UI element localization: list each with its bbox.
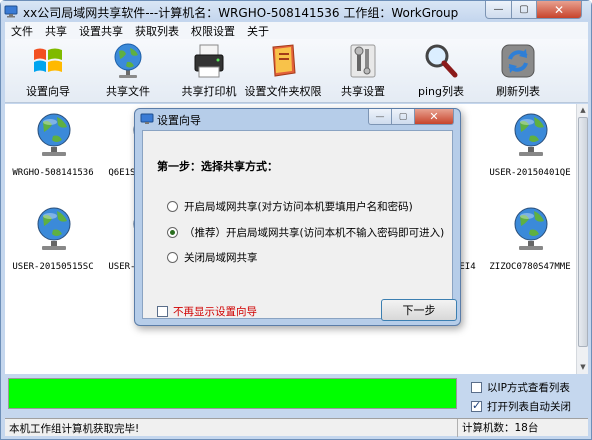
computer-name: ZIZOC0780S47MME: [489, 262, 571, 272]
auto-close-checkbox[interactable]: [471, 399, 482, 412]
menu-get-list[interactable]: 获取列表: [129, 23, 185, 39]
tool-label: 设置文件夹权限: [244, 85, 322, 98]
ip-mode-label: 以IP方式查看列表: [487, 382, 570, 394]
minimize-button[interactable]: —: [485, 1, 512, 19]
tools-icon: [350, 44, 376, 78]
no-show-checkbox[interactable]: [157, 306, 168, 317]
status-bar: 本机工作组计算机获取完毕! 计算机数：18台: [5, 418, 588, 437]
computer-item[interactable]: USER-20150401QE: [484, 109, 576, 189]
radio-disable-share[interactable]: [167, 252, 178, 263]
folder-key-icon: [272, 44, 296, 77]
computer-name: USER-20150515SC: [12, 262, 94, 272]
share-printer-button[interactable]: 共享打印机: [177, 41, 241, 101]
menu-share[interactable]: 共享: [39, 23, 73, 39]
share-settings-button[interactable]: 共享设置: [335, 41, 391, 101]
maximize-button[interactable]: ▢: [511, 1, 537, 19]
ip-mode-option[interactable]: 以IP方式查看列表: [471, 380, 570, 395]
menu-share-settings[interactable]: 设置共享: [73, 23, 129, 39]
toolbar: 设置向导 共享文件 共享打印机 设置文件夹权限 共享设置 ping列表 刷新列表: [5, 39, 588, 103]
refresh-icon: [501, 44, 535, 78]
menu-about[interactable]: 关于: [241, 23, 275, 39]
ip-mode-checkbox[interactable]: [471, 382, 482, 393]
scroll-down-icon[interactable]: ▼: [578, 362, 588, 372]
computer-icon: [37, 207, 71, 250]
close-button[interactable]: ✕: [536, 1, 582, 19]
computer-item[interactable]: ZIZOC0780S47MME: [484, 203, 576, 283]
computer-count: 计算机数：18台: [457, 419, 538, 437]
step-title: 第一步：选择共享方式：: [157, 160, 278, 173]
computer-name: USER-20150401QE: [489, 168, 571, 178]
no-show-option[interactable]: 不再显示设置向导: [157, 304, 257, 319]
tool-label: 共享文件: [106, 85, 150, 98]
dialog-maximize-button[interactable]: ▢: [391, 109, 415, 125]
dialog-title-bar[interactable]: 设置向导 — ▢ ✕: [135, 109, 460, 129]
tool-label: 共享打印机: [181, 85, 237, 98]
menu-permissions[interactable]: 权限设置: [185, 23, 241, 39]
menu-file[interactable]: 文件: [5, 23, 39, 39]
menu-bar: 文件 共享 设置共享 获取列表 权限设置 关于: [5, 22, 588, 39]
option-label: （推荐）开启局域网共享(访问本机不输入密码即可进入): [184, 227, 445, 239]
share-files-button[interactable]: 共享文件: [99, 41, 157, 101]
no-show-label: 不再显示设置向导: [173, 306, 257, 318]
scroll-thumb[interactable]: [578, 117, 588, 347]
tool-label: ping列表: [418, 85, 464, 98]
tool-label: 刷新列表: [496, 85, 540, 98]
dialog-icon: [140, 113, 154, 124]
auto-close-option[interactable]: 打开列表自动关闭: [471, 399, 571, 414]
radio-enable-no-password[interactable]: [167, 227, 178, 238]
computer-name: WRGHO-508141536: [12, 168, 94, 178]
status-text: 本机工作组计算机获取完毕!: [9, 423, 140, 435]
next-button[interactable]: 下一步: [381, 299, 457, 321]
dialog-close-button[interactable]: ✕: [414, 109, 454, 125]
dialog-title: 设置向导: [157, 114, 201, 127]
ping-list-button[interactable]: ping列表: [413, 41, 469, 101]
auto-close-label: 打开列表自动关闭: [487, 401, 571, 413]
title-bar[interactable]: xx公司局域网共享软件---计算机名：WRGHO-508141536 工作组：W…: [1, 1, 591, 21]
setup-wizard-dialog: 设置向导 — ▢ ✕ 第一步：选择共享方式： 开启局域网共享(对方访问本机要填用…: [134, 108, 461, 326]
tool-label: 共享设置: [341, 85, 385, 98]
option-label: 关闭局域网共享: [184, 252, 258, 264]
dialog-minimize-button[interactable]: —: [368, 109, 392, 125]
refresh-list-button[interactable]: 刷新列表: [490, 41, 546, 101]
computer-icon: [37, 113, 71, 156]
option-enable-with-password[interactable]: 开启局域网共享(对方访问本机要填用户名和密码): [167, 199, 413, 214]
window-title: xx公司局域网共享软件---计算机名：WRGHO-508141536 工作组：W…: [23, 6, 459, 20]
option-disable-share[interactable]: 关闭局域网共享: [167, 250, 258, 265]
folder-permissions-button[interactable]: 设置文件夹权限: [243, 41, 323, 101]
main-window: xx公司局域网共享软件---计算机名：WRGHO-508141536 工作组：W…: [0, 0, 592, 440]
computer-item[interactable]: WRGHO-508141536: [7, 109, 99, 189]
globe-icon: [114, 43, 142, 78]
printer-icon: [194, 44, 224, 78]
scroll-up-icon[interactable]: ▲: [578, 105, 588, 115]
setup-wizard-button[interactable]: 设置向导: [19, 41, 77, 101]
vertical-scrollbar[interactable]: ▲ ▼: [576, 104, 588, 374]
tool-label: 设置向导: [26, 85, 70, 98]
computer-icon: [514, 113, 548, 156]
option-enable-no-password[interactable]: （推荐）开启局域网共享(访问本机不输入密码即可进入): [167, 225, 444, 240]
progress-bar: [8, 378, 457, 409]
app-icon: [4, 5, 18, 18]
dialog-body: 第一步：选择共享方式： 开启局域网共享(对方访问本机要填用户名和密码) （推荐）…: [142, 130, 457, 321]
computer-icon: [514, 207, 548, 250]
windows-logo-icon: [34, 48, 62, 72]
magnifier-icon: [425, 44, 458, 78]
option-label: 开启局域网共享(对方访问本机要填用户名和密码): [184, 201, 413, 213]
computer-item[interactable]: USER-20150515SC: [7, 203, 99, 283]
radio-enable-with-password[interactable]: [167, 201, 178, 212]
